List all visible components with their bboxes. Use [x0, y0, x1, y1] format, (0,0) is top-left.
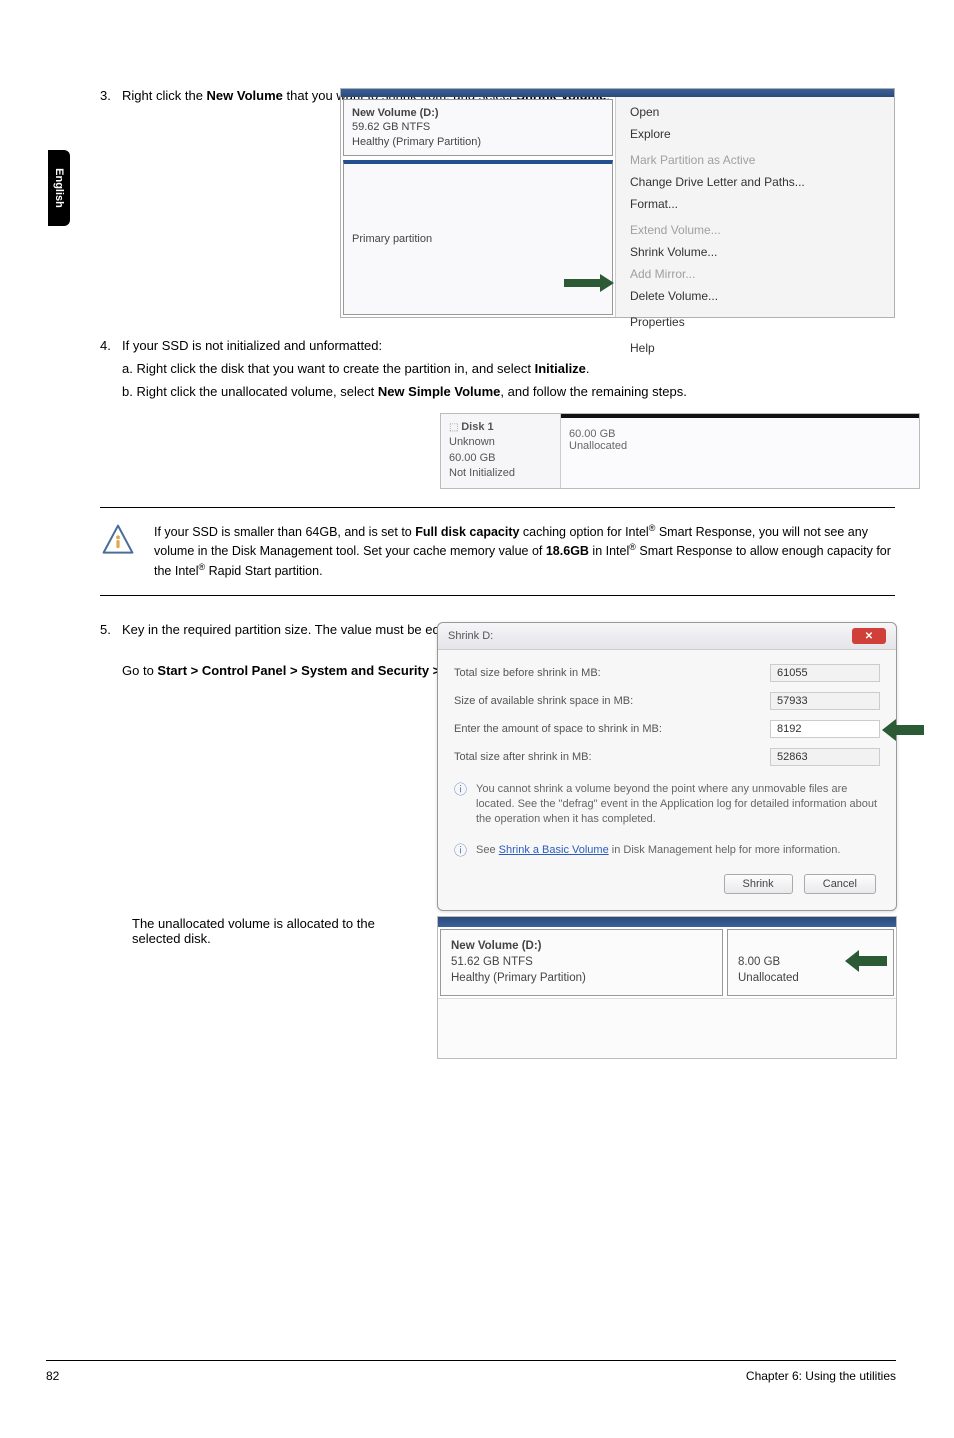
- field-enter-amount[interactable]: 8192: [770, 720, 880, 738]
- label-total-before: Total size before shrink in MB:: [454, 667, 601, 679]
- caution-icon: [100, 522, 136, 558]
- page-number: 82: [46, 1369, 59, 1383]
- page-footer: 82 Chapter 6: Using the utilities: [46, 1360, 896, 1383]
- menu-format[interactable]: Format...: [616, 193, 894, 215]
- help-link[interactable]: Shrink a Basic Volume: [499, 844, 609, 856]
- step-4a: a. Right click the disk that you want to…: [122, 361, 895, 376]
- disk-icon: ⬚: [449, 422, 461, 433]
- context-menu: Open Explore Mark Partition as Active Ch…: [615, 97, 894, 317]
- result-right-unallocated: 8.00 GB Unallocated: [727, 929, 894, 995]
- lower-content: 4. If your SSD is not initialized and un…: [100, 338, 895, 1056]
- menu-add-mirror: Add Mirror...: [616, 263, 894, 285]
- label-enter-amount: Enter the amount of space to shrink in M…: [454, 723, 662, 735]
- close-icon[interactable]: ✕: [852, 628, 886, 644]
- menu-shrink[interactable]: Shrink Volume...: [616, 241, 894, 263]
- menu-explore[interactable]: Explore: [616, 123, 894, 145]
- unallocated-block: The unallocated volume is allocated to t…: [100, 916, 895, 1056]
- menu-properties[interactable]: Properties: [616, 311, 894, 333]
- label-available: Size of available shrink space in MB:: [454, 695, 633, 707]
- dialog-title: Shrink D:: [448, 630, 493, 642]
- step-4: 4. If your SSD is not initialized and un…: [100, 338, 895, 399]
- dialog-info-2: See Shrink a Basic Volume in Disk Manage…: [454, 837, 880, 868]
- figure-result-partition: New Volume (D:) 51.62 GB NTFS Healthy (P…: [437, 916, 897, 1058]
- field-available: 57933: [770, 692, 880, 710]
- step-number: 3.: [100, 88, 122, 103]
- arrow-icon: [564, 274, 614, 292]
- menu-change-letter[interactable]: Change Drive Letter and Paths...: [616, 171, 894, 193]
- primary-partition-label: Primary partition: [343, 160, 613, 315]
- partition-panel: New Volume (D:) 59.62 GB NTFS Healthy (P…: [341, 97, 615, 317]
- figure-disk-uninitialized: ⬚ Disk 1 Unknown 60.00 GB Not Initialize…: [440, 413, 920, 489]
- cancel-button[interactable]: Cancel: [804, 874, 876, 894]
- step-4b: b. Right click the unallocated volume, s…: [122, 384, 895, 399]
- shrink-button[interactable]: Shrink: [724, 874, 793, 894]
- field-total-before: 61055: [770, 664, 880, 682]
- label-total-after: Total size after shrink in MB:: [454, 751, 592, 763]
- partition-block-selected: New Volume (D:) 59.62 GB NTFS Healthy (P…: [343, 99, 613, 156]
- menu-mark-active: Mark Partition as Active: [616, 149, 894, 171]
- arrow-icon: [845, 948, 887, 974]
- chapter-label: Chapter 6: Using the utilities: [746, 1369, 896, 1383]
- step-text: If your SSD is not initialized and unfor…: [122, 338, 895, 399]
- language-tab: English: [48, 150, 70, 226]
- step-5-block: 5. Key in the required partition size. T…: [100, 622, 895, 892]
- dialog-info-1: You cannot shrink a volume beyond the po…: [454, 776, 880, 837]
- figure-shrink-dialog: Shrink D: ✕ Total size before shrink in …: [437, 622, 897, 910]
- caution-note: If your SSD is smaller than 64GB, and is…: [100, 507, 895, 597]
- disk-info-right: 60.00 GB Unallocated: [561, 414, 919, 488]
- note-text: If your SSD is smaller than 64GB, and is…: [154, 522, 895, 582]
- arrow-icon: [882, 717, 924, 743]
- dialog-titlebar: Shrink D: ✕: [438, 623, 896, 650]
- disk-info-left: ⬚ Disk 1 Unknown 60.00 GB Not Initialize…: [441, 414, 561, 488]
- menu-delete[interactable]: Delete Volume...: [616, 285, 894, 307]
- field-total-after: 52863: [770, 748, 880, 766]
- step-number: 5.: [100, 622, 122, 678]
- menu-open[interactable]: Open: [616, 101, 894, 123]
- result-left-partition: New Volume (D:) 51.62 GB NTFS Healthy (P…: [440, 929, 723, 995]
- figure-context-menu: New Volume (D:) 59.62 GB NTFS Healthy (P…: [340, 88, 895, 318]
- unallocated-text: The unallocated volume is allocated to t…: [132, 916, 392, 946]
- step-number: 4.: [100, 338, 122, 399]
- menu-extend: Extend Volume...: [616, 219, 894, 241]
